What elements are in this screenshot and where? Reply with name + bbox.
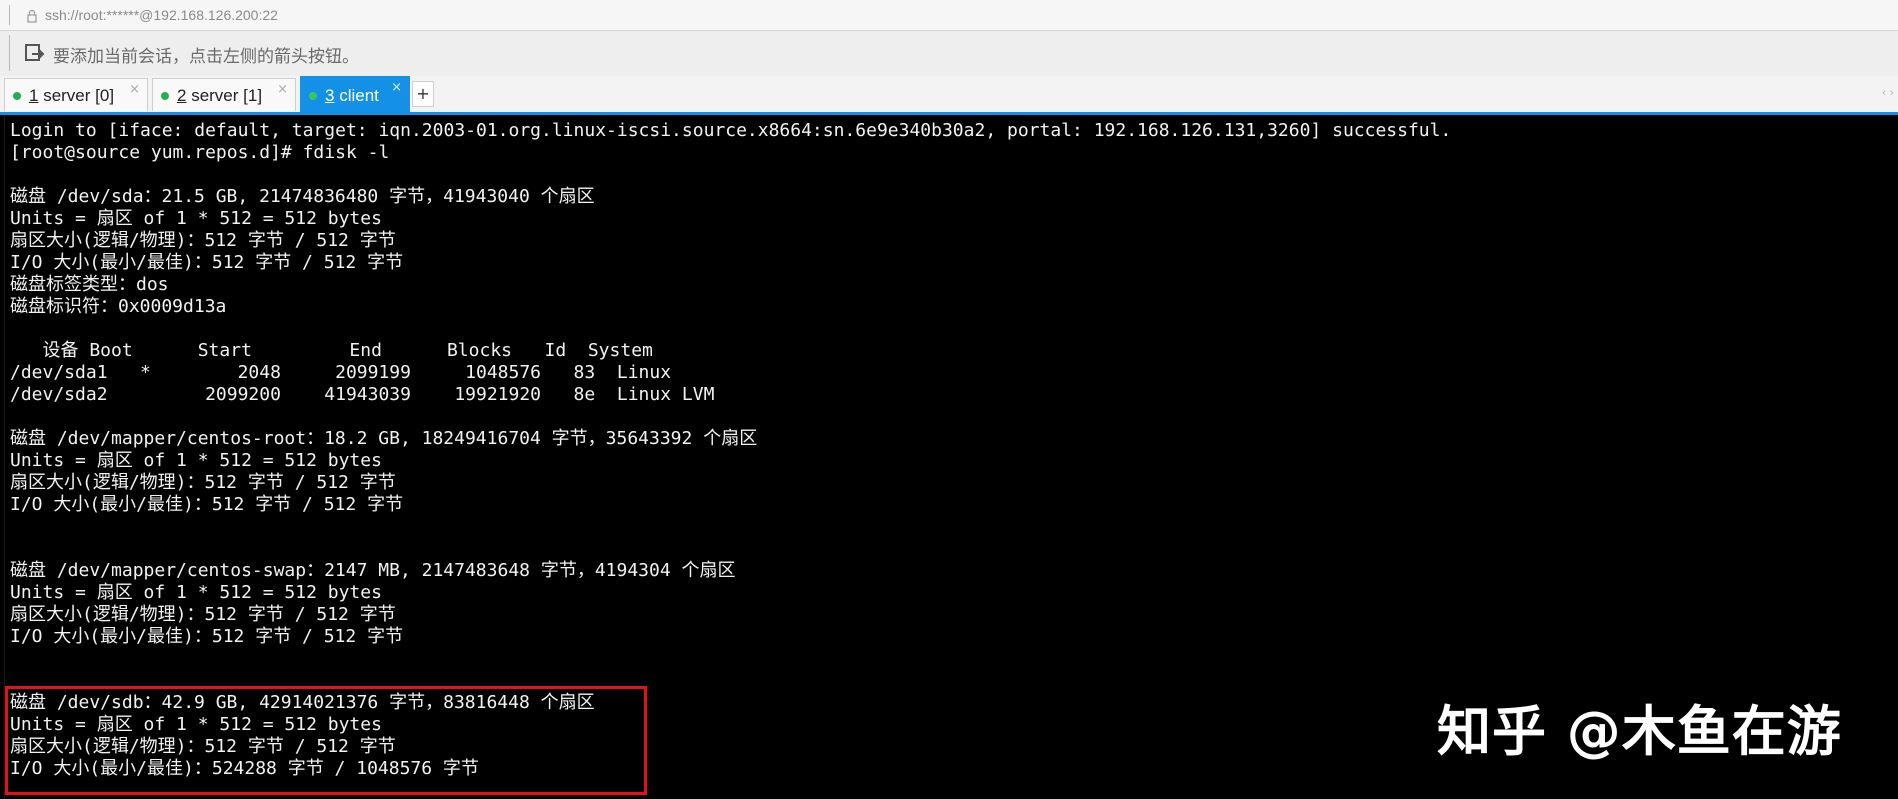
tab-title: server [0] <box>38 86 115 105</box>
tab-scroll-arrows-icon[interactable]: ‹ › <box>1882 86 1894 99</box>
address-bar-divider <box>9 5 10 25</box>
terminal-line: 设备 Boot Start End Blocks Id System <box>10 340 653 361</box>
terminal-line: Login to [iface: default, target: iqn.20… <box>10 120 1452 141</box>
tab-server-0[interactable]: 1 server [0] × <box>4 78 148 111</box>
sdb-highlight-box <box>5 686 647 795</box>
address-bar[interactable]: ssh://root:******@192.168.126.200:22 <box>0 0 1898 31</box>
add-session-arrow-icon[interactable] <box>24 42 46 64</box>
tab-close-icon[interactable]: × <box>129 82 140 97</box>
connected-status-icon <box>13 92 21 100</box>
terminal-line: 磁盘 /dev/sda：21.5 GB, 21474836480 字节，4194… <box>10 186 595 207</box>
tab-close-icon[interactable]: × <box>277 82 288 97</box>
connected-status-icon <box>309 92 317 100</box>
terminal-output[interactable]: Login to [iface: default, target: iqn.20… <box>0 115 1898 799</box>
hint-text: 要添加当前会话，点击左侧的箭头按钮。 <box>53 47 359 67</box>
terminal-line: I/O 大小(最小/最佳)：512 字节 / 512 字节 <box>10 494 404 515</box>
tab-label: 2 server [1] <box>177 86 262 106</box>
terminal-line: Units = 扇区 of 1 * 512 = 512 bytes <box>10 582 382 603</box>
terminal-line: [root@source yum.repos.d]# fdisk -l <box>10 142 390 163</box>
session-hint-bar: 要添加当前会话，点击左侧的箭头按钮。 <box>0 31 1898 76</box>
terminal-line: 磁盘标识符：0x0009d13a <box>10 296 227 317</box>
tab-client[interactable]: 3 client × <box>300 76 410 112</box>
ssh-client-window: ssh://root:******@192.168.126.200:22 要添加… <box>0 0 1898 799</box>
terminal-line: 扇区大小(逻辑/物理)：512 字节 / 512 字节 <box>10 472 396 493</box>
terminal-line: /dev/sda2 2099200 41943039 19921920 8e L… <box>10 384 715 405</box>
terminal-line: 磁盘标签类型：dos <box>10 274 169 295</box>
new-tab-button[interactable]: + <box>412 81 434 107</box>
lock-icon <box>27 9 37 23</box>
terminal-line: Units = 扇区 of 1 * 512 = 512 bytes <box>10 450 382 471</box>
terminal-line: 扇区大小(逻辑/物理)：512 字节 / 512 字节 <box>10 604 396 625</box>
terminal-lines: Login to [iface: default, target: iqn.20… <box>10 120 1451 780</box>
session-url[interactable]: ssh://root:******@192.168.126.200:22 <box>45 7 278 23</box>
tab-title: client <box>334 86 379 105</box>
connected-status-icon <box>161 92 169 100</box>
tab-close-icon[interactable]: × <box>391 80 402 95</box>
terminal-line: 磁盘 /dev/mapper/centos-swap：2147 MB, 2147… <box>10 560 736 581</box>
terminal-line: /dev/sda1 * 2048 2099199 1048576 83 Linu… <box>10 362 672 383</box>
tab-server-1[interactable]: 2 server [1] × <box>152 78 296 111</box>
terminal-line: I/O 大小(最小/最佳)：512 字节 / 512 字节 <box>10 252 404 273</box>
terminal-line: 磁盘 /dev/mapper/centos-root：18.2 GB, 1824… <box>10 428 758 449</box>
tab-title: server [1] <box>186 86 263 105</box>
tab-label: 1 server [0] <box>29 86 114 106</box>
terminal-line: Units = 扇区 of 1 * 512 = 512 bytes <box>10 208 382 229</box>
terminal-line: 扇区大小(逻辑/物理)：512 字节 / 512 字节 <box>10 230 396 251</box>
hint-bar-divider <box>9 35 10 71</box>
tab-bar: 1 server [0] × 2 server [1] × 3 client ×… <box>0 76 1898 112</box>
tab-label: 3 client <box>325 86 379 106</box>
zhihu-watermark: 知乎 @木鱼在游 <box>1437 700 1842 763</box>
terminal-line: I/O 大小(最小/最佳)：512 字节 / 512 字节 <box>10 626 404 647</box>
